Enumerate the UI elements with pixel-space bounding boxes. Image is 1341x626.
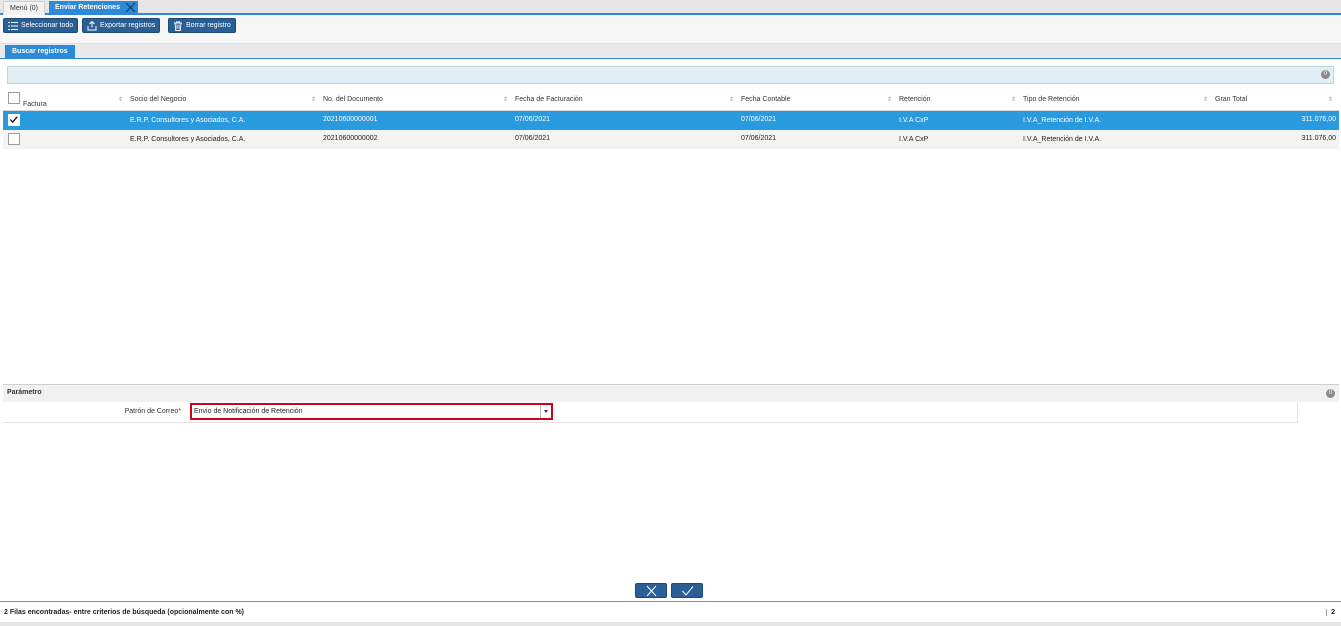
mail-template-value: Envio de Notificación de Retención (194, 408, 303, 415)
delete-record-button[interactable]: Borrar registro (168, 18, 236, 33)
column-header-fecha-contable[interactable]: Fecha Contable (741, 96, 790, 103)
sort-icon[interactable]: ⇕ (1203, 96, 1208, 103)
collapse-parameters-icon[interactable]: 0 (1326, 389, 1335, 398)
row-checkbox[interactable] (8, 114, 20, 126)
row-checkbox[interactable] (8, 133, 20, 145)
parameter-section-header[interactable]: Parámetro 0 (3, 384, 1339, 402)
column-header-socio[interactable]: Socio del Negocio (130, 96, 186, 103)
cell-fecha-contable: 07/06/2021 (741, 116, 777, 123)
sort-icon[interactable]: ⇕ (729, 96, 734, 103)
export-records-button[interactable]: Exportar registros (82, 18, 161, 33)
column-header-retencion[interactable]: Retención (899, 96, 931, 103)
close-icon (646, 585, 657, 597)
close-icon[interactable] (125, 2, 136, 13)
table-row[interactable]: E.R.P. Consultores y Asociados, C.A. 202… (3, 111, 1339, 130)
chevron-down-icon[interactable] (540, 405, 551, 418)
expand-search-icon[interactable]: 0 (1321, 70, 1330, 79)
record-count: 2 (1326, 609, 1335, 616)
tab-menu[interactable]: Menú (0) (3, 1, 46, 15)
cell-fecha-facturacion: 07/06/2021 (515, 135, 551, 142)
parameter-section-title: Parámetro (7, 389, 42, 396)
cell-gran-total: 311.076,00 (1301, 135, 1336, 142)
tab-enviar-retenciones-label: Enviar Retenciones (55, 4, 120, 11)
cell-fecha-contable: 07/06/2021 (741, 135, 777, 142)
cell-tipo-retencion: I.V.A_Retención de I.V.A. (1023, 136, 1102, 143)
mail-template-select[interactable]: Envio de Notificación de Retención (190, 403, 553, 420)
cell-tipo-retencion: I.V.A_Retención de I.V.A. (1023, 117, 1102, 124)
mail-template-label-text: Patrón de Correo (124, 408, 179, 415)
ok-button[interactable] (671, 583, 703, 598)
sort-icon[interactable]: ⇕ (887, 96, 892, 103)
sort-icon[interactable]: ⇕ (503, 96, 508, 103)
column-header-fecha-facturacion[interactable]: Fecha de Facturación (515, 96, 583, 103)
cell-documento: 20210600000001 (323, 116, 378, 123)
window-tabbar: Menú (0) Enviar Retenciones (0, 0, 1341, 15)
checkmark-icon (682, 586, 694, 596)
toolbar: Seleccionar todo Exportar registros Borr… (0, 16, 1341, 44)
table-row[interactable]: E.R.P. Consultores y Asociados, C.A. 202… (3, 130, 1339, 149)
status-bar: 2 Filas encontradas- entre criterios de … (0, 601, 1341, 622)
tab-search-records[interactable]: Buscar registros (5, 45, 75, 59)
parameter-row-mail-template: Patrón de Correo* Envio de Notificación … (3, 403, 1298, 423)
status-message: 2 Filas encontradas- entre criterios de … (4, 609, 244, 616)
export-records-label: Exportar registros (100, 22, 156, 29)
select-all-checkbox[interactable] (8, 92, 20, 104)
checkmark-icon (9, 116, 18, 124)
sort-icon[interactable]: ⇕ (118, 96, 123, 103)
sort-icon[interactable]: ⇕ (1328, 96, 1333, 103)
required-mark: * (178, 408, 181, 415)
column-header-factura[interactable]: Factura (23, 101, 47, 108)
tab-enviar-retenciones[interactable]: Enviar Retenciones (49, 1, 138, 15)
sort-icon[interactable]: ⇕ (311, 96, 316, 103)
cell-retencion: I.V.A CxP (899, 136, 929, 143)
cell-socio: E.R.P. Consultores y Asociados, C.A. (130, 136, 246, 143)
cell-retencion: I.V.A CxP (899, 117, 929, 124)
trash-icon (174, 21, 182, 31)
search-criteria-panel[interactable]: 0 (7, 66, 1334, 84)
delete-record-label: Borrar registro (186, 22, 231, 29)
window-bottom-border (0, 622, 1341, 626)
search-tabbar: Buscar registros (0, 44, 1341, 59)
column-header-tipo-retencion[interactable]: Tipo de Retención (1023, 96, 1080, 103)
cell-socio: E.R.P. Consultores y Asociados, C.A. (130, 117, 246, 124)
select-all-button[interactable]: Seleccionar todo (3, 18, 79, 33)
column-header-documento[interactable]: No. del Documento (323, 96, 383, 103)
export-icon (87, 21, 97, 31)
sort-icon[interactable]: ⇕ (1011, 96, 1016, 103)
column-header-gran-total[interactable]: Gran Total (1215, 96, 1247, 103)
grid-header: Factura ⇕ Socio del Negocio ⇕ No. del Do… (3, 90, 1339, 111)
cancel-button[interactable] (635, 583, 667, 598)
cell-documento: 20210600000002 (323, 135, 378, 142)
select-all-label: Seleccionar todo (21, 22, 74, 29)
cell-gran-total: 311.076,00 (1301, 116, 1336, 123)
list-icon (8, 22, 18, 30)
cell-fecha-facturacion: 07/06/2021 (515, 116, 551, 123)
mail-template-label: Patrón de Correo* (125, 408, 181, 415)
